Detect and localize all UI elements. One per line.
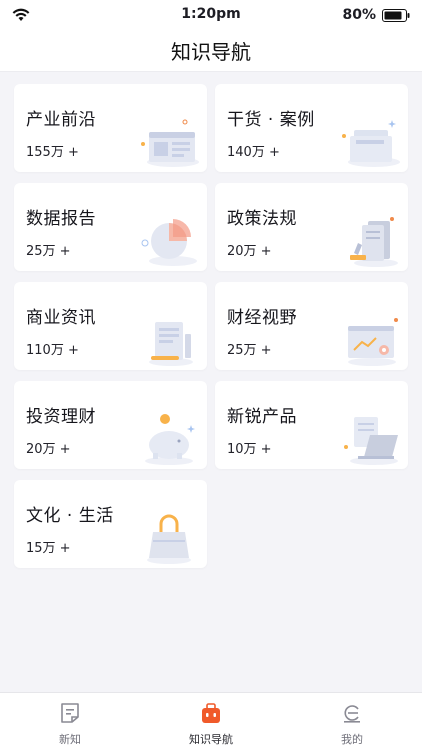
tab-new-knowledge[interactable]: 新知 — [0, 693, 140, 750]
document-icon — [61, 703, 79, 723]
piggy-bank-icon — [145, 414, 195, 465]
trend-screen-icon — [348, 318, 398, 366]
page-title: 知识导航 — [171, 40, 251, 64]
folder-files-icon — [342, 120, 400, 167]
nav-bar: 知识导航 — [0, 32, 422, 72]
card-title: 投资理财 — [26, 407, 96, 427]
card-count: 25万 + — [26, 244, 71, 259]
card-count: 110万 + — [26, 343, 79, 358]
status-bar: 1:20pm 80% — [0, 0, 422, 32]
card-count: 140万 + — [227, 145, 280, 160]
tab-knowledge-nav[interactable]: 知识导航 — [141, 693, 281, 750]
category-card-new-products[interactable]: 新锐产品 10万 + — [215, 381, 408, 469]
card-count: 20万 + — [26, 442, 71, 457]
category-card-business-news[interactable]: 商业资讯 110万 + — [14, 282, 207, 370]
tab-bar: 新知 知识导航 我的 — [0, 692, 422, 750]
card-count: 20万 + — [227, 244, 272, 259]
card-title: 产业前沿 — [26, 110, 96, 130]
card-count: 10万 + — [227, 442, 272, 457]
battery-percentage: 80% — [342, 7, 376, 23]
document-stamp-icon — [350, 217, 398, 267]
tab-label: 新知 — [59, 733, 81, 746]
toolbox-icon — [202, 703, 220, 723]
browser-document-icon — [141, 119, 199, 167]
pie-chart-icon — [141, 219, 197, 266]
category-card-finance-vision[interactable]: 财经视野 25万 + — [215, 282, 408, 370]
card-title: 政策法规 — [227, 209, 297, 229]
shopping-bag-icon — [147, 514, 191, 564]
scroll-document-icon — [149, 322, 193, 366]
card-title: 新锐产品 — [227, 407, 297, 427]
category-card-industry-frontier[interactable]: 产业前沿 155万 + — [14, 84, 207, 172]
category-card-policy-regulations[interactable]: 政策法规 20万 + — [215, 183, 408, 271]
card-title: 数据报告 — [26, 209, 96, 229]
card-title: 财经视野 — [227, 308, 297, 328]
category-card-investment[interactable]: 投资理财 20万 + — [14, 381, 207, 469]
tab-label: 知识导航 — [189, 733, 233, 746]
card-title: 文化 · 生活 — [26, 506, 114, 526]
profile-icon — [344, 705, 360, 723]
laptop-icon — [344, 417, 398, 465]
category-card-data-reports[interactable]: 数据报告 25万 + — [14, 183, 207, 271]
category-card-tips-cases[interactable]: 干货 · 案例 140万 + — [215, 84, 408, 172]
card-title: 商业资讯 — [26, 308, 96, 328]
battery-icon — [382, 9, 410, 22]
category-card-culture-life[interactable]: 文化 · 生活 15万 + — [14, 480, 207, 568]
card-count: 155万 + — [26, 145, 79, 160]
card-title: 干货 · 案例 — [227, 110, 315, 130]
card-count: 15万 + — [26, 541, 71, 556]
tab-label: 我的 — [341, 733, 363, 746]
tab-mine[interactable]: 我的 — [282, 693, 422, 750]
card-count: 25万 + — [227, 343, 272, 358]
